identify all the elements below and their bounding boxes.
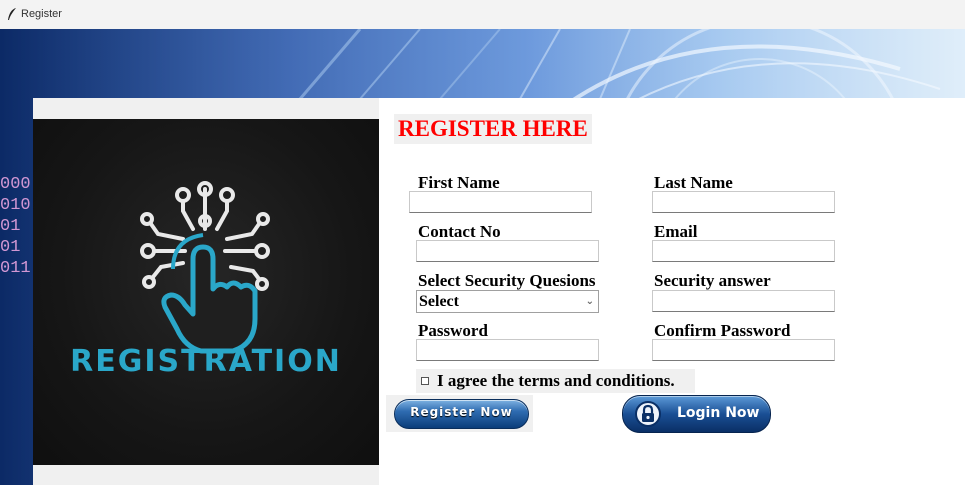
security-answer-label: Security answer [654,271,771,290]
email-label: Email [654,222,698,241]
contact-no-label: Contact No [418,222,501,241]
window-titlebar: Register [0,0,965,29]
last-name-label: Last Name [654,173,733,192]
confirm-password-label: Confirm Password [654,321,791,340]
feather-icon [8,8,16,20]
security-answer-input[interactable] [652,290,835,312]
terms-checkbox[interactable] [421,377,429,385]
login-now-label: Login Now [677,405,760,421]
form-heading: REGISTER HERE [394,114,592,144]
chevron-down-icon: ⌄ [585,296,594,307]
password-label: Password [418,321,488,340]
password-input[interactable] [416,339,599,361]
binary-digits: 000 010 01 01 011 [0,175,31,278]
logo-text: REGISTRATION [70,344,342,379]
terms-checkbox-row[interactable]: I agree the terms and conditions. [416,369,695,393]
terms-label: I agree the terms and conditions. [437,371,675,390]
register-now-pill: Register Now [394,399,529,429]
first-name-label: First Name [418,173,500,192]
first-name-input[interactable] [409,191,592,213]
security-question-value: Select [419,293,459,310]
confirm-password-input[interactable] [652,339,835,361]
window-title: Register [21,8,62,20]
login-now-button[interactable]: Login Now [622,395,771,433]
security-question-select[interactable]: Select ⌄ [416,290,599,313]
register-now-label: Register Now [410,405,513,419]
lock-icon [635,401,661,427]
touch-circuit-icon [140,181,270,354]
last-name-input[interactable] [652,191,835,213]
security-question-label: Select Security Quesions [418,271,596,290]
email-input[interactable] [652,240,835,262]
registration-logo: REGISTRATION [33,119,379,465]
register-now-button[interactable]: Register Now [386,395,533,432]
contact-no-input[interactable] [416,240,599,262]
